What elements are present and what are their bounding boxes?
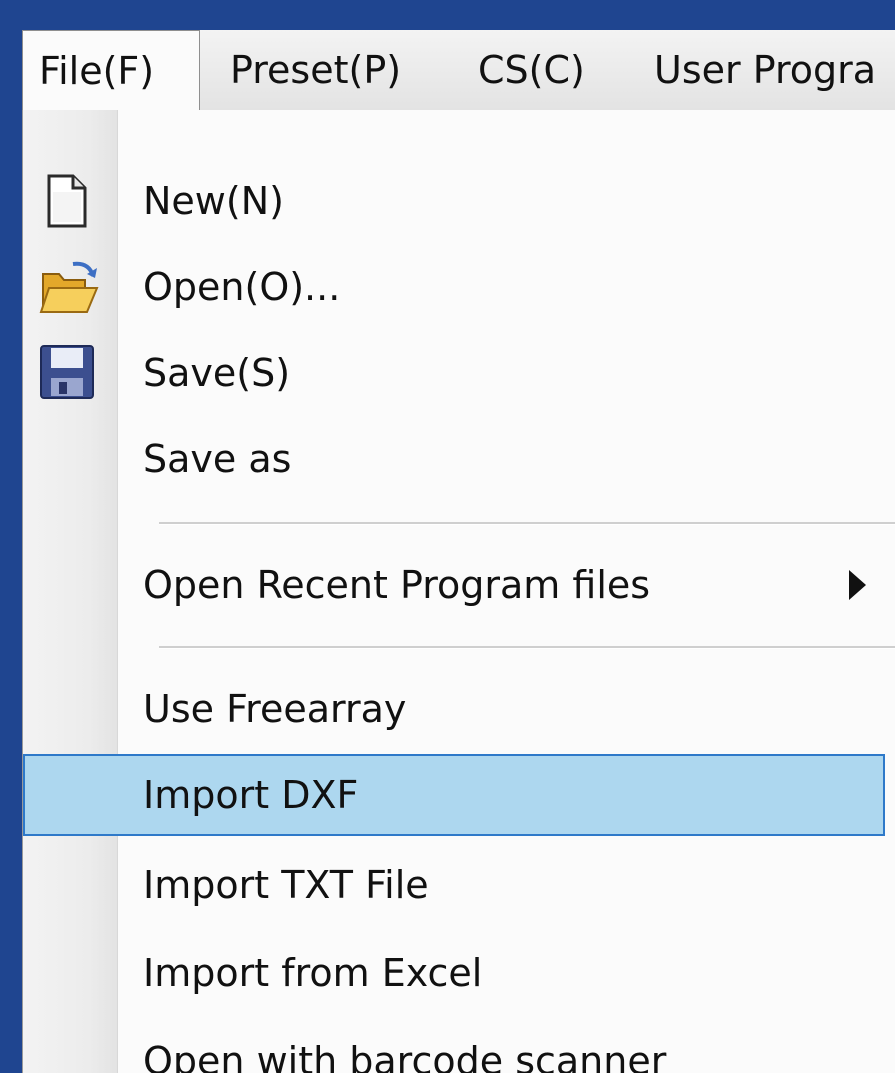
menu-preset[interactable]: Preset(P) — [230, 30, 401, 110]
menu-user-program-label: User Progra — [654, 48, 877, 92]
menu-separator — [159, 522, 895, 525]
new-file-icon — [37, 172, 95, 230]
menu-item-barcode-scanner-label: Open with barcode scanner — [143, 1039, 667, 1073]
menu-item-use-freearray[interactable]: Use Freearray — [23, 668, 885, 750]
menu-cs-label: CS(C) — [478, 48, 585, 92]
menu-item-save-as-label: Save as — [143, 437, 292, 481]
menu-item-save-label: Save(S) — [143, 351, 291, 395]
menu-item-new-label: New(N) — [143, 179, 284, 223]
menu-cs[interactable]: CS(C) — [478, 30, 585, 110]
menu-item-use-freearray-label: Use Freearray — [143, 687, 407, 731]
menu-item-save[interactable]: Save(S) — [23, 332, 885, 414]
open-folder-icon — [37, 260, 99, 318]
menu-item-open-recent[interactable]: Open Recent Program files — [23, 544, 885, 626]
menu-file-label: File(F) — [39, 49, 155, 93]
menu-item-open[interactable]: Open(O)... — [23, 246, 885, 328]
menu-item-import-dxf[interactable]: Import DXF — [23, 754, 885, 836]
menu-user-program[interactable]: User Progra — [654, 30, 876, 110]
menu-item-new[interactable]: New(N) — [23, 160, 885, 242]
menu-item-import-dxf-label: Import DXF — [143, 773, 359, 817]
menu-item-open-label: Open(O)... — [143, 265, 341, 309]
menu-item-barcode-scanner[interactable]: Open with barcode scanner — [23, 1020, 885, 1073]
menu-item-save-as[interactable]: Save as — [23, 418, 885, 500]
menu-file[interactable]: File(F) — [22, 30, 200, 110]
menu-item-import-txt-label: Import TXT File — [143, 863, 429, 907]
menu-item-import-txt[interactable]: Import TXT File — [23, 844, 885, 926]
file-dropdown-menu: New(N) Open(O)... Save(S) Save as Open R… — [22, 110, 895, 1073]
menu-item-import-excel-label: Import from Excel — [143, 951, 483, 995]
save-floppy-icon — [37, 342, 95, 400]
submenu-arrow-icon — [849, 570, 866, 600]
application-window: File(F) Preset(P) CS(C) User Progra New(… — [22, 30, 895, 1073]
menu-separator — [159, 646, 895, 649]
menu-item-open-recent-label: Open Recent Program files — [143, 563, 651, 607]
menu-bar: File(F) Preset(P) CS(C) User Progra — [22, 30, 895, 111]
menu-item-import-excel[interactable]: Import from Excel — [23, 932, 885, 1014]
menu-preset-label: Preset(P) — [230, 48, 402, 92]
